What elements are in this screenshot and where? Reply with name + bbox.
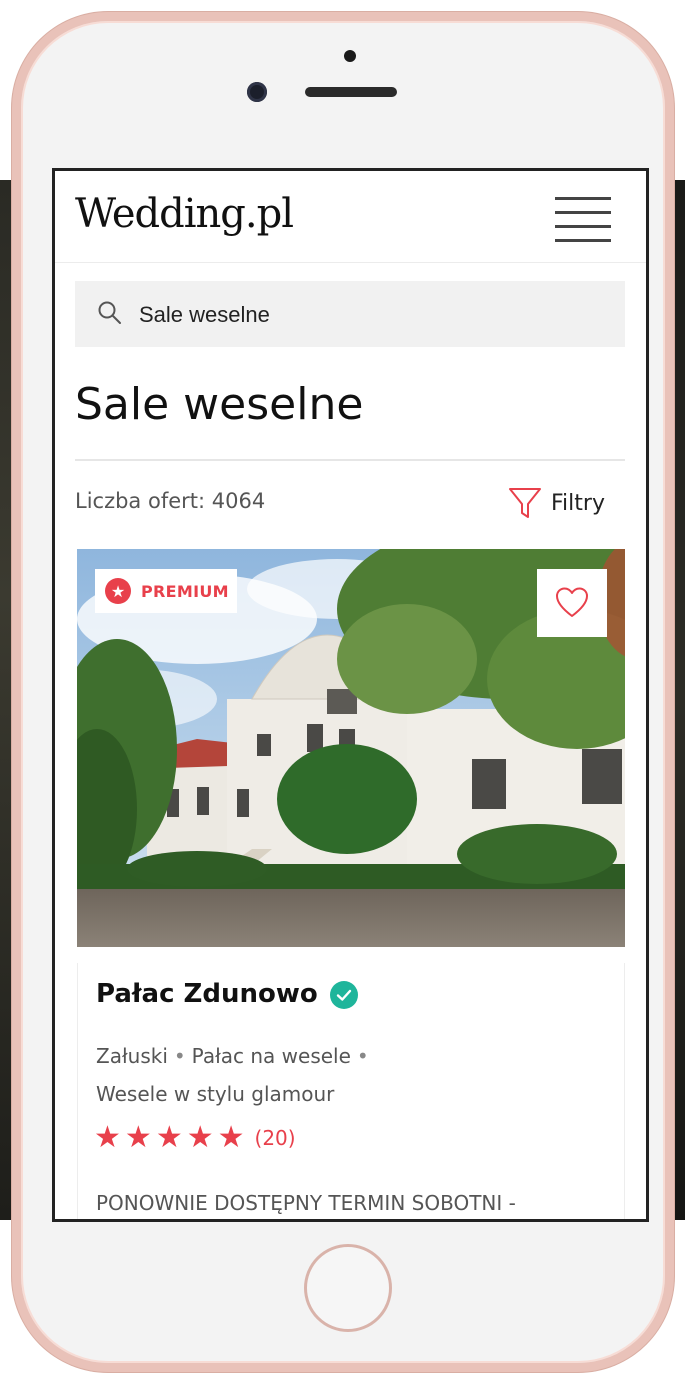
site-logo[interactable]: Wedding.pl — [75, 191, 294, 237]
proximity-sensor — [344, 50, 356, 62]
favorite-button[interactable] — [537, 569, 607, 637]
star-icon: ★ — [124, 1120, 152, 1155]
venue-style: Wesele w stylu glamour — [96, 1082, 335, 1106]
venue-meta: Załuski • Pałac na wesele • Wesele w stylu … — [96, 1037, 616, 1113]
offer-count: Liczba ofert: 4064 — [75, 489, 266, 513]
star-icon: ★ — [94, 1120, 121, 1155]
site-header: Wedding.pl — [55, 171, 646, 263]
phone-screen: Wedding.pl Sale weselne Liczba ofert: 40… — [52, 168, 649, 1222]
funnel-icon — [509, 488, 541, 518]
page-title: Sale weselne — [75, 379, 364, 430]
premium-label: PREMIUM — [141, 581, 229, 601]
search-input[interactable] — [137, 299, 611, 331]
venue-name[interactable]: Pałac Zdunowo — [96, 979, 318, 1009]
listing-description: PONOWNIE DOSTĘPNY TERMIN SOBOTNI - — [96, 1191, 516, 1215]
search-icon — [98, 301, 121, 324]
meta-separator: • — [356, 1044, 369, 1068]
meta-separator: • — [173, 1044, 186, 1068]
listing-card-body[interactable]: Pałac Zdunowo Załuski • Pałac na wesele • W… — [77, 963, 625, 1219]
rating-stars: ★ ★ ★ ★ ★ (20) — [94, 1123, 296, 1153]
review-count[interactable]: (20) — [255, 1126, 296, 1150]
front-camera — [247, 82, 267, 102]
star-icon: ★ — [155, 1120, 183, 1155]
premium-badge: ★ PREMIUM — [95, 569, 237, 613]
star-badge-icon: ★ — [105, 578, 131, 604]
star-icon: ★ — [186, 1120, 214, 1155]
search-bar[interactable] — [75, 281, 625, 347]
title-divider — [75, 459, 625, 461]
venue-category: Pałac na wesele — [191, 1044, 351, 1068]
heart-outline-icon — [556, 587, 588, 617]
filters-label: Filtry — [551, 490, 605, 516]
check-circle-icon — [330, 981, 358, 1009]
background-photo-right-edge — [675, 180, 685, 1220]
home-button[interactable] — [304, 1244, 392, 1332]
hamburger-menu-icon[interactable] — [555, 197, 611, 242]
earpiece-speaker — [305, 87, 397, 97]
filters-button[interactable]: Filtry — [507, 483, 627, 523]
star-icon: ★ — [217, 1120, 245, 1155]
venue-location: Załuski — [96, 1044, 168, 1068]
